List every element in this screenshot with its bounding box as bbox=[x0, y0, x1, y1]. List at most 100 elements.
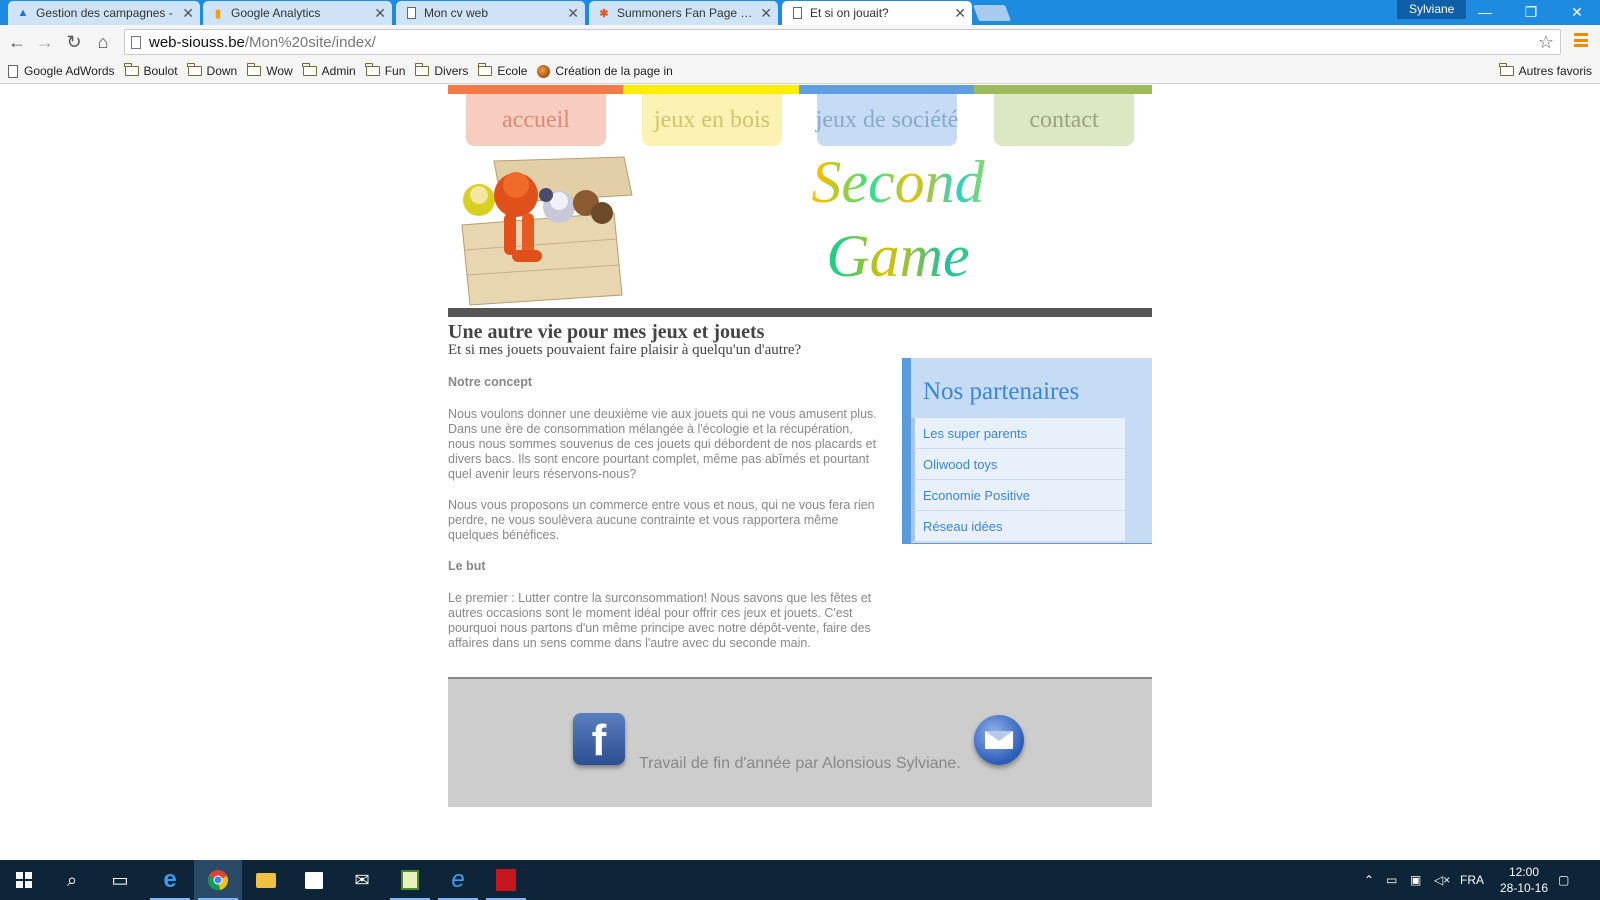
page-icon bbox=[8, 64, 18, 78]
chrome-icon[interactable] bbox=[194, 860, 242, 900]
restore-icon[interactable]: ❐ bbox=[1508, 0, 1554, 24]
bookmark-label: Autres favoris bbox=[1518, 64, 1592, 78]
close-icon[interactable]: ✕ bbox=[760, 5, 772, 22]
facebook-icon[interactable]: f bbox=[573, 713, 625, 765]
tab-title: Et si on jouait? bbox=[810, 6, 889, 20]
folder-icon bbox=[1499, 63, 1514, 76]
nav-contact[interactable]: contact bbox=[994, 94, 1134, 146]
close-window-icon[interactable]: ✕ bbox=[1554, 0, 1600, 24]
bookmark-folder-boulot[interactable]: Boulot bbox=[124, 63, 178, 78]
spreadsheet-app-icon[interactable] bbox=[386, 860, 434, 900]
brand-line-1: Second bbox=[778, 145, 1018, 219]
partner-link[interactable]: Oliwood toys bbox=[911, 449, 1125, 480]
store-icon[interactable] bbox=[290, 860, 338, 900]
battery-icon[interactable]: ▭ bbox=[1386, 860, 1397, 900]
site-container: accueil jeux en bois jeux de société con… bbox=[448, 85, 1152, 807]
search-icon[interactable]: ⌕ bbox=[48, 860, 96, 900]
tab-title: Mon cv web bbox=[424, 6, 489, 20]
concept-paragraph-1: Nous voulons donner une deuxième vie aux… bbox=[448, 407, 877, 481]
bookmark-label: Fun bbox=[384, 64, 406, 78]
start-icon[interactable] bbox=[0, 860, 48, 900]
close-icon[interactable]: ✕ bbox=[567, 5, 579, 22]
bookmark-label: Down bbox=[206, 64, 238, 78]
tab-mon-cv-web[interactable]: Mon cv web ✕ bbox=[396, 1, 585, 25]
header-divider bbox=[448, 308, 1152, 317]
bookmark-label: Ecole bbox=[497, 64, 528, 78]
concept-paragraph-2: Nous vous proposons un commerce entre vo… bbox=[448, 498, 875, 542]
acrobat-icon[interactable] bbox=[482, 860, 530, 900]
bookmark-other-favorites[interactable]: Autres favoris bbox=[1499, 59, 1592, 83]
bookmark-google-adwords[interactable]: Google AdWords bbox=[8, 64, 115, 78]
edge-icon[interactable]: e bbox=[146, 860, 194, 900]
nav-jeux-de-societe[interactable]: jeux de société bbox=[816, 94, 958, 146]
folder-icon bbox=[187, 63, 202, 76]
nav-jeux-en-bois[interactable]: jeux en bois bbox=[642, 94, 782, 146]
internet-explorer-icon[interactable]: e bbox=[434, 860, 482, 900]
tab-summoners-fan-page[interactable]: ✱ Summoners Fan Page - Hu ✕ bbox=[589, 1, 778, 25]
clock-time: 12:00 bbox=[1508, 865, 1540, 879]
tab-et-si-on-jouait[interactable]: Et si on jouait? ✕ bbox=[782, 1, 972, 25]
chrome-menu-icon[interactable] bbox=[1574, 33, 1588, 47]
partners-title: Nos partenaires bbox=[923, 378, 1080, 405]
volume-muted-icon[interactable]: ◁× bbox=[1434, 860, 1450, 900]
folder-icon bbox=[302, 63, 317, 76]
partners-list: Les super parents Oliwood toys Economie … bbox=[911, 418, 1125, 542]
network-icon[interactable]: ▣ bbox=[1410, 860, 1421, 900]
partner-link[interactable]: Réseau idées bbox=[911, 511, 1125, 542]
browser-toolbar: ← → ↻ ⌂ web-siouss.be /Mon%20site/index/… bbox=[0, 25, 1600, 59]
partner-link[interactable]: Economie Positive bbox=[911, 480, 1125, 511]
site-footer: f Travail de fin d'année par Alonsious S… bbox=[448, 677, 1152, 807]
action-center-icon[interactable]: ▢ bbox=[1558, 860, 1569, 900]
minimize-icon[interactable]: — bbox=[1462, 0, 1508, 24]
new-tab-button[interactable] bbox=[973, 5, 1011, 21]
partner-link[interactable]: Les super parents bbox=[911, 418, 1125, 449]
bookmark-creation-page[interactable]: Création de la page in bbox=[537, 64, 673, 78]
folder-icon bbox=[414, 63, 430, 76]
windows-taskbar: ⌕ ▭ e ✉ e ⌃ ▭ ▣ ◁× FRA 12:00 28-10-16 ▢ bbox=[0, 860, 1600, 900]
bookmark-label: Wow bbox=[266, 64, 293, 78]
brand-line-2: Game bbox=[778, 219, 1018, 293]
folder-icon bbox=[477, 63, 493, 76]
close-icon[interactable]: ✕ bbox=[374, 5, 386, 22]
bookmark-label: Boulot bbox=[143, 64, 178, 78]
bookmark-folder-ecole[interactable]: Ecole bbox=[477, 63, 528, 78]
back-icon[interactable]: ← bbox=[6, 31, 28, 53]
profile-button[interactable]: Sylviane bbox=[1397, 0, 1467, 19]
folder-icon bbox=[124, 63, 139, 76]
clock-date: 28-10-16 bbox=[1499, 881, 1549, 895]
bookmarks-bar: Google AdWords Boulot Down Wow Admin Fun… bbox=[0, 59, 1600, 84]
clock[interactable]: 12:00 28-10-16 bbox=[1494, 864, 1554, 896]
mail-app-icon[interactable]: ✉ bbox=[338, 860, 386, 900]
url-host: web-siouss.be bbox=[149, 33, 245, 51]
task-view-icon[interactable]: ▭ bbox=[96, 860, 144, 900]
bookmark-folder-down[interactable]: Down bbox=[187, 63, 238, 78]
bookmark-label: Création de la page in bbox=[555, 64, 673, 78]
reload-icon[interactable]: ↻ bbox=[63, 31, 85, 53]
address-bar[interactable]: web-siouss.be /Mon%20site/index/ ☆ bbox=[124, 29, 1561, 55]
joomla-icon: ✱ bbox=[599, 7, 609, 20]
bookmark-star-icon[interactable]: ☆ bbox=[1538, 32, 1554, 53]
forward-icon[interactable]: → bbox=[34, 31, 56, 53]
bookmark-folder-fun[interactable]: Fun bbox=[365, 63, 406, 78]
mail-icon[interactable] bbox=[974, 715, 1024, 765]
page-icon bbox=[131, 35, 141, 49]
language-indicator[interactable]: FRA bbox=[1460, 860, 1484, 900]
goal-paragraph: Le premier : Lutter contre la surconsomm… bbox=[448, 591, 872, 650]
bookmark-label: Admin bbox=[321, 64, 356, 78]
home-icon[interactable]: ⌂ bbox=[92, 31, 114, 53]
nav-accueil[interactable]: accueil bbox=[466, 94, 606, 146]
bookmark-folder-admin[interactable]: Admin bbox=[302, 63, 356, 78]
bookmark-folder-divers[interactable]: Divers bbox=[414, 63, 468, 78]
close-icon[interactable]: ✕ bbox=[954, 5, 966, 22]
page-subtitle: Et si mes jouets pouvaient faire plaisir… bbox=[448, 342, 802, 358]
file-explorer-icon[interactable] bbox=[242, 860, 290, 900]
show-hidden-icons[interactable]: ⌃ bbox=[1364, 860, 1374, 900]
tab-gestion-campagnes[interactable]: ▲ Gestion des campagnes - ✕ bbox=[8, 1, 200, 25]
close-icon[interactable]: ✕ bbox=[182, 5, 194, 22]
bookmark-label: Google AdWords bbox=[24, 64, 115, 78]
browser-titlebar: ▲ Gestion des campagnes - ✕ ▮ Google Ana… bbox=[0, 0, 1600, 25]
folder-icon bbox=[365, 63, 380, 76]
bookmark-folder-wow[interactable]: Wow bbox=[246, 63, 293, 78]
tab-google-analytics[interactable]: ▮ Google Analytics ✕ bbox=[203, 1, 392, 25]
tab-title: Gestion des campagnes - bbox=[36, 6, 173, 20]
